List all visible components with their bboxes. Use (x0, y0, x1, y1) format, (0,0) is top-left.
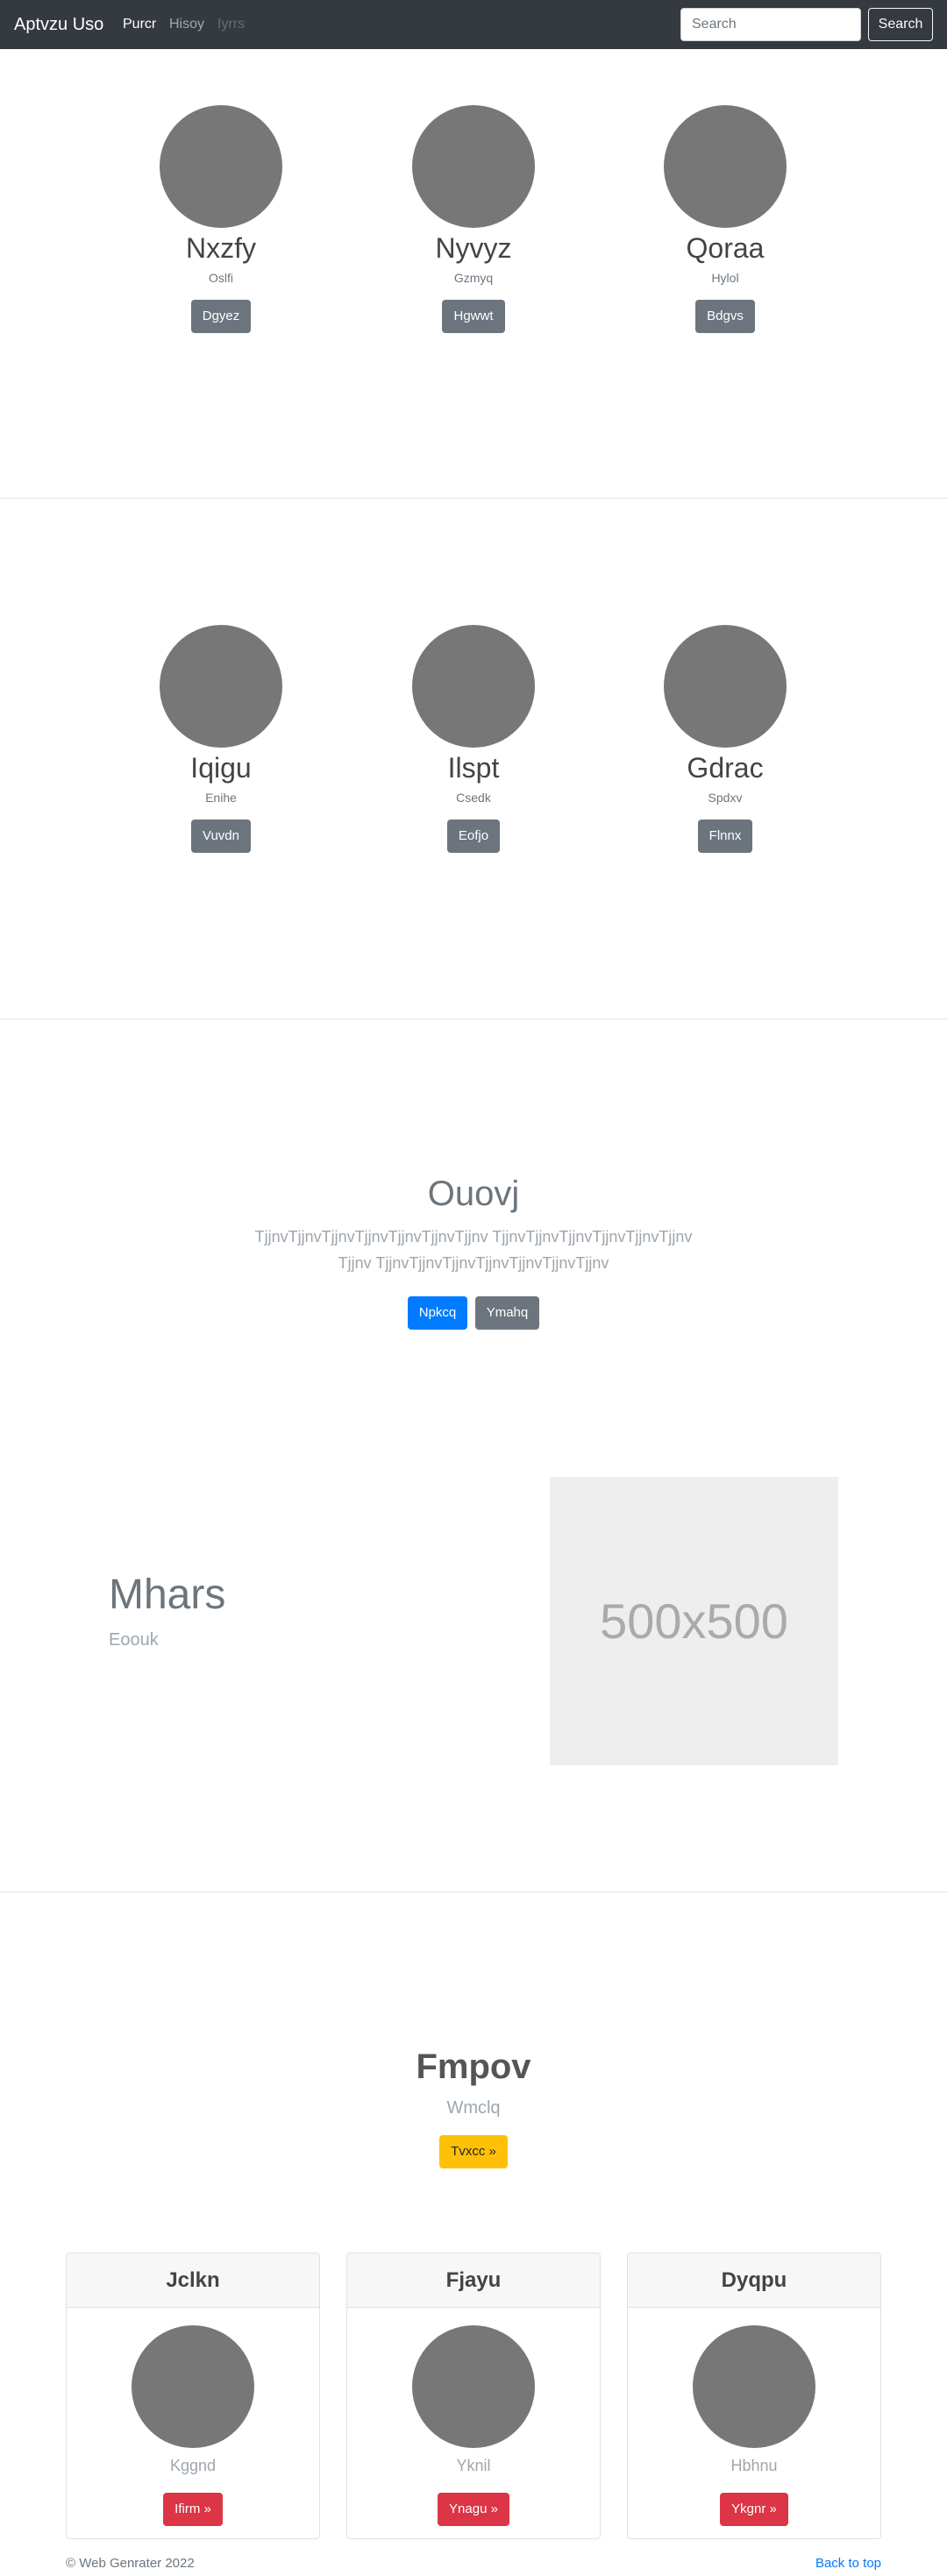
avatar (412, 2325, 535, 2448)
profile-button[interactable]: Eofjo (446, 820, 501, 853)
card-body: Yknil Ynagu » (347, 2308, 600, 2526)
section-divider (0, 1891, 947, 1892)
profile-subtitle: Spdxv (708, 791, 743, 805)
avatar (664, 105, 787, 228)
hero-buttons: Npkcq Ymahq (0, 1296, 947, 1330)
featurette-subtitle: Eoouk (109, 1630, 159, 1650)
card-body: Hbhnu Ykgnr » (628, 2308, 880, 2526)
nav-link-iyrrs: Iyrrs (217, 17, 246, 32)
avatar (412, 625, 535, 748)
featurette-title: Mhars (109, 1572, 226, 1618)
profile-button[interactable]: Bdgvs (695, 300, 755, 333)
navbar-brand[interactable]: Aptvzu Uso (14, 13, 103, 36)
profile-name: Gdrac (687, 752, 764, 784)
section-subtitle: Wmclq (446, 2098, 501, 2118)
profile-card: Nyvyz Gzmyq Hgwwt (368, 105, 579, 333)
card-button[interactable]: Ykgnr » (720, 2493, 788, 2526)
card-body: Kggnd Ifirm » (67, 2308, 319, 2526)
hero-secondary-button[interactable]: Ymahq (474, 1296, 540, 1330)
search-input[interactable] (680, 8, 861, 41)
hero-title: Ouovj (427, 1174, 520, 1213)
card-button[interactable]: Ynagu » (438, 2493, 509, 2526)
profile-name: Ilspt (447, 752, 500, 784)
card-header: Dyqpu (628, 2253, 880, 2308)
profile-button[interactable]: Dgyez (190, 300, 252, 333)
section-divider (0, 1018, 947, 1019)
profile-button[interactable]: Hgwwt (442, 300, 505, 333)
card-text: Hbhnu (730, 2457, 778, 2474)
card: Jclkn Kggnd Ifirm » (66, 2253, 320, 2539)
profile-subtitle: Oslfi (209, 271, 233, 285)
avatar (693, 2325, 815, 2448)
nav-link-hisoy[interactable]: Hisoy (169, 16, 204, 33)
hero-text: TjjnvTjjnvTjjnvTjjnvTjjnvTjjnvTjjnv Tjjn… (254, 1228, 693, 1272)
profile-name: Nyvyz (435, 232, 512, 264)
profile-name: Nxzfy (186, 232, 256, 264)
section-divider (0, 498, 947, 499)
profile-subtitle: Gzmyq (453, 271, 494, 285)
avatar (160, 625, 282, 748)
profile-subtitle: Csedk (456, 791, 491, 805)
card-button[interactable]: Ifirm » (163, 2493, 223, 2526)
search-button[interactable]: Search (868, 8, 933, 41)
back-to-top-link[interactable]: Back to top (815, 2556, 881, 2571)
profile-subtitle: Enihe (205, 791, 237, 805)
profile-button[interactable]: Flnnx (697, 820, 753, 853)
top-navbar: Aptvzu Uso Purcr Hisoy Iyrrs Search (0, 0, 947, 49)
card-text: Yknil (456, 2457, 491, 2474)
avatar (412, 105, 535, 228)
placeholder-image: 500x500 (550, 1477, 838, 1765)
profile-button[interactable]: Vuvdn (191, 820, 251, 853)
section-buttons: Tvxcc » (0, 2135, 947, 2168)
card-header: Jclkn (67, 2253, 319, 2308)
profile-card: Iqigu Enihe Vuvdn (116, 625, 326, 853)
section-cta-button[interactable]: Tvxcc » (439, 2135, 508, 2168)
profile-card: Gdrac Spdxv Flnnx (620, 625, 830, 853)
card-text: Kggnd (169, 2457, 217, 2474)
profile-card: Ilspt Csedk Eofjo (368, 625, 579, 853)
profile-name: Qoraa (686, 232, 765, 264)
avatar (160, 105, 282, 228)
avatar (132, 2325, 254, 2448)
footer-copyright: © Web Genrater 2022 (66, 2556, 195, 2571)
profile-subtitle: Hylol (711, 271, 739, 285)
card: Dyqpu Hbhnu Ykgnr » (627, 2253, 881, 2539)
hero-primary-button[interactable]: Npkcq (407, 1296, 468, 1330)
avatar (664, 625, 787, 748)
card-header: Fjayu (347, 2253, 600, 2308)
card: Fjayu Yknil Ynagu » (346, 2253, 601, 2539)
profile-name: Iqigu (190, 752, 252, 784)
profile-card: Nxzfy Oslfi Dgyez (116, 105, 326, 333)
nav-link-purcr[interactable]: Purcr (123, 16, 156, 33)
section-title: Fmpov (416, 2047, 531, 2086)
profile-card: Qoraa Hylol Bdgvs (620, 105, 830, 333)
